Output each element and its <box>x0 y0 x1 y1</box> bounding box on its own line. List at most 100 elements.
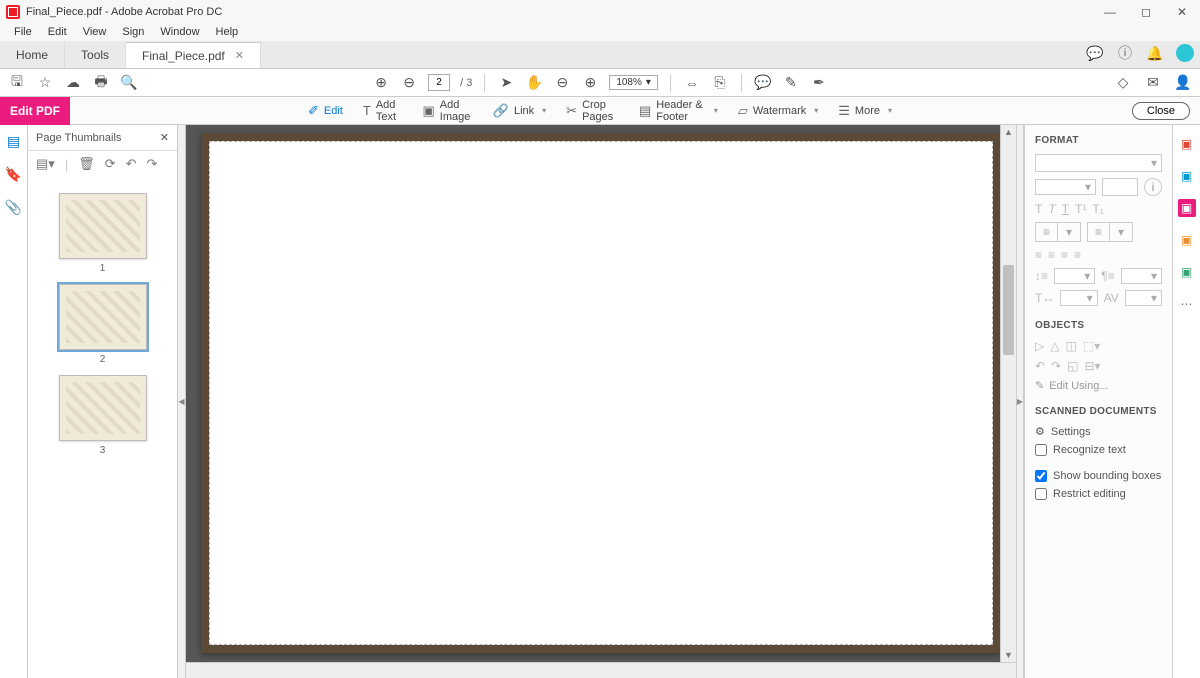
tab-close-icon[interactable]: ✕ <box>235 49 244 62</box>
align-justify-icon[interactable]: ≡ <box>1074 248 1081 262</box>
pdf-page[interactable] <box>201 133 1001 653</box>
more-tools-icon[interactable]: ⋯ <box>1178 295 1196 313</box>
menu-edit[interactable]: Edit <box>42 25 73 39</box>
info-icon[interactable]: i <box>1144 178 1162 196</box>
line-spacing-icon[interactable]: ↕≡ <box>1035 269 1048 283</box>
notification-icon[interactable]: 🔔 <box>1146 44 1164 62</box>
thumbnails-icon[interactable]: ▤ <box>7 133 20 150</box>
create-pdf-icon[interactable]: ▣ <box>1178 135 1196 153</box>
horizontal-scale-icon[interactable]: T↔ <box>1035 291 1054 305</box>
menu-file[interactable]: File <box>8 25 38 39</box>
scrollbar-thumb[interactable] <box>1003 265 1014 355</box>
font-dropdown[interactable]: ▾ <box>1035 154 1162 172</box>
cloud-icon[interactable]: ☁ <box>64 74 82 92</box>
bullet-list[interactable]: ≡▾ <box>1035 222 1081 242</box>
sign-icon[interactable]: ✒ <box>810 74 828 92</box>
align-right-icon[interactable]: ≡ <box>1061 248 1068 262</box>
menu-view[interactable]: View <box>77 25 113 39</box>
add-image-tool[interactable]: ▣Add Image <box>415 96 481 126</box>
share-icon[interactable]: 👤 <box>1174 74 1192 92</box>
subscript-icon[interactable]: T₁ <box>1092 202 1103 216</box>
flip-v-icon[interactable]: △ <box>1050 339 1059 353</box>
flip-h-icon[interactable]: ▷ <box>1035 339 1044 353</box>
help-icon[interactable]: ⓘ <box>1116 44 1134 62</box>
more-tool[interactable]: ☰More <box>830 100 900 122</box>
thumbnail-3[interactable] <box>59 375 147 441</box>
arrange-icon[interactable]: ⬚▾ <box>1083 339 1100 353</box>
crop-obj-icon[interactable]: ◫ <box>1065 339 1076 353</box>
export-icon[interactable]: ▣ <box>1178 231 1196 249</box>
minimize-button[interactable]: — <box>1092 0 1128 23</box>
link-tool[interactable]: 🔗Link <box>485 100 554 122</box>
hand-icon[interactable]: ✋ <box>525 74 543 92</box>
combine-icon[interactable]: ▣ <box>1178 167 1196 185</box>
horizontal-scrollbar[interactable] <box>186 662 1016 678</box>
thumb-undo-icon[interactable]: ↶ <box>126 156 137 172</box>
align-left-icon[interactable]: ≡ <box>1035 248 1042 262</box>
replace-icon[interactable]: ◱ <box>1067 359 1078 373</box>
color-picker[interactable] <box>1102 178 1138 196</box>
thumbnail-1[interactable] <box>59 193 147 259</box>
watermark-tool[interactable]: ▱Watermark <box>730 100 826 122</box>
thumbnails-close-icon[interactable]: ✕ <box>160 131 169 144</box>
page-down-icon[interactable]: ⊖ <box>400 74 418 92</box>
user-avatar[interactable] <box>1176 44 1194 62</box>
highlight-icon[interactable]: ✎ <box>782 74 800 92</box>
thumbnail-2[interactable] <box>59 284 147 350</box>
settings-button[interactable]: ⚙Settings <box>1035 425 1162 438</box>
mail-icon[interactable]: ✉ <box>1144 74 1162 92</box>
superscript-icon[interactable]: T¹ <box>1075 202 1086 216</box>
rotate-ccw-icon[interactable]: ↶ <box>1035 359 1045 373</box>
restrict-editing-checkbox[interactable]: Restrict editing <box>1035 488 1162 500</box>
format-collapse[interactable]: ▶ <box>1016 125 1024 678</box>
star-icon[interactable]: ☆ <box>36 74 54 92</box>
align-obj-icon[interactable]: ⊟▾ <box>1084 359 1100 373</box>
vertical-scrollbar[interactable]: ▲ ▼ <box>1000 125 1016 662</box>
thumb-redo-icon[interactable]: ↷ <box>147 156 158 172</box>
thumb-delete-icon[interactable]: 🗑 <box>78 156 95 172</box>
select-icon[interactable]: ➤ <box>497 74 515 92</box>
underline-icon[interactable]: T <box>1062 202 1069 216</box>
italic-icon[interactable]: T <box>1048 202 1055 216</box>
edit-using[interactable]: ✎Edit Using... <box>1035 379 1162 392</box>
align-center-icon[interactable]: ≡ <box>1048 248 1055 262</box>
fit-page-icon[interactable]: ⎘ <box>711 74 729 92</box>
crop-tool[interactable]: ✂Crop Pages <box>558 96 627 126</box>
maximize-button[interactable]: ◻ <box>1128 0 1164 23</box>
tab-tools[interactable]: Tools <box>65 42 126 68</box>
thumb-rotate-icon[interactable]: ⟳ <box>105 156 116 172</box>
organize-icon[interactable]: ▣ <box>1178 263 1196 281</box>
menu-help[interactable]: Help <box>210 25 245 39</box>
add-text-tool[interactable]: TAdd Text <box>355 96 411 126</box>
close-edit-button[interactable]: Close <box>1132 102 1190 120</box>
page-up-icon[interactable]: ⊕ <box>372 74 390 92</box>
number-list[interactable]: ≡▾ <box>1087 222 1133 242</box>
zoom-out-icon[interactable]: ⊖ <box>553 74 571 92</box>
tab-document[interactable]: Final_Piece.pdf✕ <box>126 42 261 68</box>
paragraph-spacing-icon[interactable]: ¶≡ <box>1101 269 1114 283</box>
search-icon[interactable]: 🔍 <box>120 74 138 92</box>
bookmarks-icon[interactable]: 🔖 <box>5 166 22 183</box>
rotate-cw-icon[interactable]: ↷ <box>1051 359 1061 373</box>
thumbnails-collapse[interactable]: ◀ <box>178 125 186 678</box>
eraser-icon[interactable]: ◇ <box>1114 74 1132 92</box>
save-icon[interactable]: 🖫 <box>8 74 26 92</box>
menu-sign[interactable]: Sign <box>116 25 150 39</box>
close-window-button[interactable]: ✕ <box>1164 0 1200 23</box>
page-number-input[interactable] <box>428 74 450 91</box>
edit-tool[interactable]: ✐Edit <box>300 100 351 122</box>
attachments-icon[interactable]: 📎 <box>5 199 22 216</box>
chat-icon[interactable]: 💬 <box>1086 44 1104 62</box>
edit-pdf-icon[interactable]: ▣ <box>1178 199 1196 217</box>
recognize-checkbox[interactable]: Recognize text <box>1035 444 1162 456</box>
show-bounding-checkbox[interactable]: Show bounding boxes <box>1035 470 1162 482</box>
tab-home[interactable]: Home <box>0 42 65 68</box>
thumb-options-icon[interactable]: ▤▾ <box>36 156 55 172</box>
header-footer-tool[interactable]: ▤Header & Footer <box>631 96 726 126</box>
size-dropdown[interactable]: ▾ <box>1035 179 1096 195</box>
print-icon[interactable]: 🖶 <box>92 74 110 92</box>
menu-window[interactable]: Window <box>154 25 205 39</box>
zoom-in-icon[interactable]: ⊕ <box>581 74 599 92</box>
zoom-dropdown[interactable]: 108% ▾ <box>609 75 658 90</box>
fit-width-icon[interactable]: ⇔ <box>683 74 701 92</box>
